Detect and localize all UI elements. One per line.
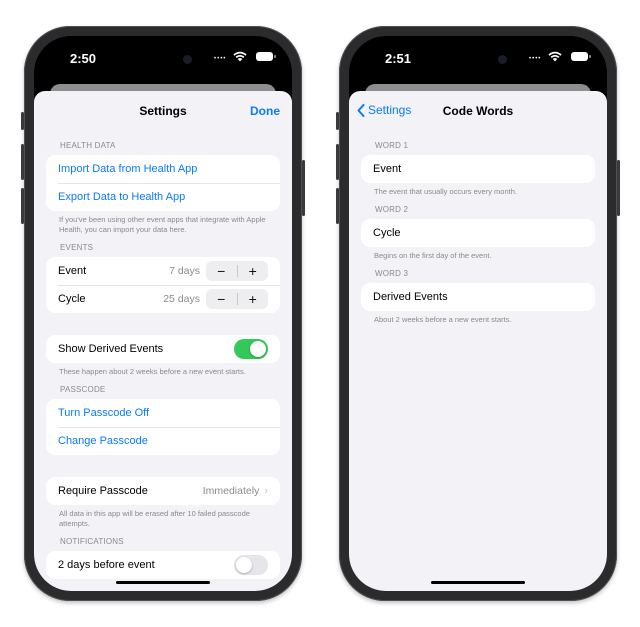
home-indicator[interactable] <box>116 581 210 584</box>
cycle-label: Cycle <box>58 293 86 305</box>
toggle-knob <box>250 341 266 357</box>
volume-down-button <box>21 188 24 224</box>
section-header-passcode: PASSCODE <box>60 385 106 394</box>
wifi-icon <box>548 51 562 62</box>
event-length-row: Event 7 days − + <box>46 257 280 285</box>
event-days-value: 7 days <box>169 265 200 277</box>
word2-field[interactable]: Cycle <box>361 219 595 247</box>
health-group: Import Data from Health App Export Data … <box>46 155 280 211</box>
dynamic-island <box>120 47 206 72</box>
volume-up-button <box>21 144 24 180</box>
toggle-knob <box>236 557 252 573</box>
side-button <box>302 160 305 216</box>
require-passcode-label: Require Passcode <box>58 485 148 497</box>
action-button <box>336 112 339 130</box>
derived-events-row: Show Derived Events <box>46 335 280 363</box>
status-bar: 2:50 •••• <box>34 36 292 80</box>
cycle-increment-button[interactable]: + <box>238 289 269 309</box>
event-label: Event <box>58 265 87 277</box>
page-title: Code Words <box>442 104 514 118</box>
chevron-right-icon: › <box>264 485 268 497</box>
section-header-notifications: NOTIFICATIONS <box>60 537 124 546</box>
nav-bar: Settings Code Words <box>349 91 607 131</box>
change-passcode-button[interactable]: Change Passcode <box>46 427 280 455</box>
cycle-length-row: Cycle 25 days − + <box>46 285 280 313</box>
events-group: Event 7 days − + Cycle 25 days − + <box>46 257 280 313</box>
cycle-decrement-button[interactable]: − <box>206 289 237 309</box>
word1-field[interactable]: Event <box>361 155 595 183</box>
notification-label: 2 days before event <box>58 559 155 571</box>
phone-settings: 2:50 •••• Settings Done HEALTH DATA Impo… <box>21 26 305 601</box>
cycle-days-value: 25 days <box>163 293 200 305</box>
passcode-group: Turn Passcode Off Change Passcode <box>46 399 280 455</box>
word3-footer: About 2 weeks before a new event starts. <box>374 315 512 324</box>
require-footer: All data in this app will be erased afte… <box>59 509 250 528</box>
export-health-button[interactable]: Export Data to Health App <box>46 183 280 211</box>
require-passcode-row[interactable]: Require Passcode Immediately › <box>46 477 280 505</box>
camera-icon <box>183 55 192 64</box>
signal-icon: •••• <box>214 56 227 62</box>
word1-group: Event <box>361 155 595 183</box>
event-decrement-button[interactable]: − <box>206 261 237 281</box>
event-increment-button[interactable]: + <box>238 261 269 281</box>
phone-code-words: 2:51 •••• Settings Code Words WORD 1 Eve… <box>336 26 620 601</box>
screen: 2:50 •••• Settings Done HEALTH DATA Impo… <box>34 36 292 591</box>
side-button <box>617 160 620 216</box>
screen: 2:51 •••• Settings Code Words WORD 1 Eve… <box>349 36 607 591</box>
status-bar: 2:51 •••• <box>349 36 607 80</box>
notification-toggle[interactable] <box>234 555 268 575</box>
settings-sheet: Settings Done HEALTH DATA Import Data fr… <box>34 91 292 591</box>
done-button[interactable]: Done <box>250 104 280 118</box>
word1-footer: The event that usually occurs every mont… <box>374 187 517 196</box>
wifi-icon <box>233 51 247 62</box>
volume-down-button <box>336 188 339 224</box>
notifications-group: 2 days before event <box>46 551 280 579</box>
dynamic-island <box>435 47 521 72</box>
require-group: Require Passcode Immediately › <box>46 477 280 505</box>
status-time: 2:51 <box>385 51 412 66</box>
turn-passcode-off-button[interactable]: Turn Passcode Off <box>46 399 280 427</box>
word2-footer: Begins on the first day of the event. <box>374 251 492 260</box>
nav-bar: Settings Done <box>34 91 292 131</box>
derived-events-toggle[interactable] <box>234 339 268 359</box>
import-health-button[interactable]: Import Data from Health App <box>46 155 280 183</box>
signal-icon: •••• <box>529 56 542 62</box>
word3-group: Derived Events <box>361 283 595 311</box>
event-stepper: − + <box>206 261 268 281</box>
word3-field[interactable]: Derived Events <box>361 283 595 311</box>
section-header-health: HEALTH DATA <box>60 141 116 150</box>
word2-header: WORD 2 <box>375 205 409 214</box>
home-indicator[interactable] <box>431 581 525 584</box>
volume-up-button <box>336 144 339 180</box>
battery-icon <box>256 52 276 61</box>
status-time: 2:50 <box>70 51 97 66</box>
word3-header: WORD 3 <box>375 269 409 278</box>
word2-group: Cycle <box>361 219 595 247</box>
action-button <box>21 112 24 130</box>
camera-icon <box>498 55 507 64</box>
battery-icon <box>571 52 591 61</box>
derived-footer: These happen about 2 weeks before a new … <box>59 367 246 376</box>
cycle-stepper: − + <box>206 289 268 309</box>
derived-events-label: Show Derived Events <box>58 343 164 355</box>
notification-row: 2 days before event <box>46 551 280 579</box>
health-footer: If you've been using other event apps th… <box>59 215 266 234</box>
section-header-events: EVENTS <box>60 243 94 252</box>
word1-header: WORD 1 <box>375 141 409 150</box>
code-words-sheet: Settings Code Words WORD 1 Event The eve… <box>349 91 607 591</box>
require-passcode-value: Immediately <box>202 485 260 497</box>
derived-group: Show Derived Events <box>46 335 280 363</box>
